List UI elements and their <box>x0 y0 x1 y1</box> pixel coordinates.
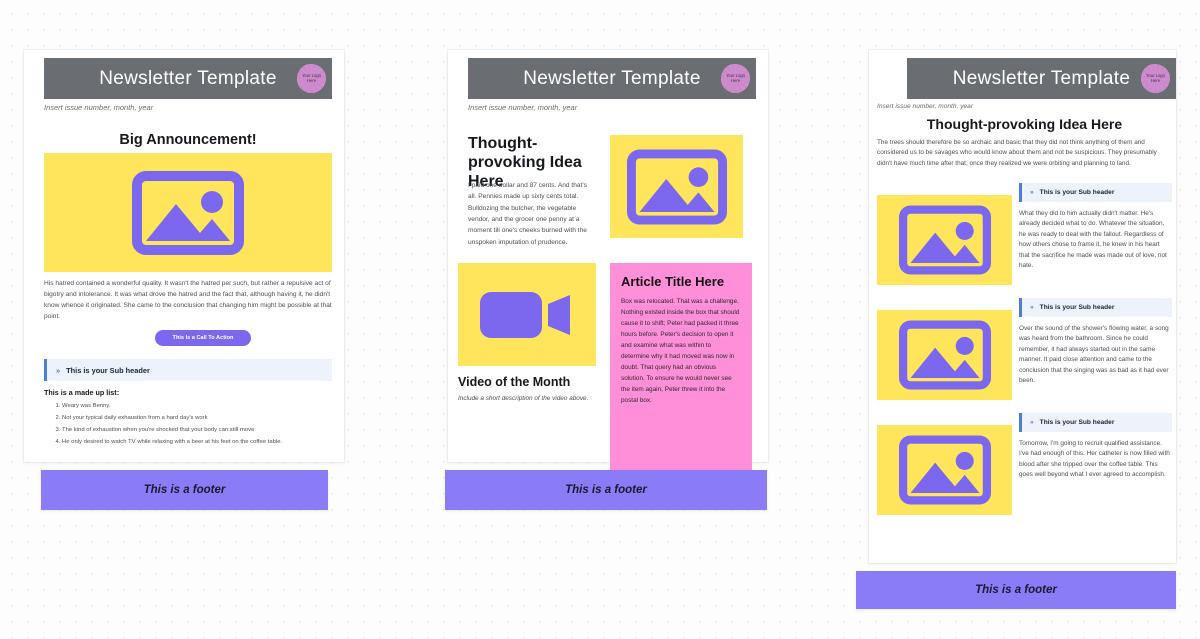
image-placeholder-2[interactable] <box>610 135 743 238</box>
logo-blob-icon-3: Your Logo Here <box>1141 64 1170 93</box>
image-placeholder-3b[interactable] <box>877 310 1012 400</box>
list-item: He only desired to watch TV while relaxi… <box>62 438 337 447</box>
image-placeholder-1[interactable] <box>44 153 332 272</box>
article-title: Article Title Here <box>621 274 725 289</box>
footer-2: This is a footer <box>445 470 767 510</box>
body-text-2: I paid one dollar and 87 cents. And that… <box>468 182 587 246</box>
sub-header-label-3b: This is your Sub header <box>1039 304 1115 311</box>
list-item: Not your typical daily exhaustion from a… <box>62 414 337 423</box>
video-placeholder[interactable] <box>458 263 596 366</box>
made-up-list: Weary was Benny. Not your typical daily … <box>62 402 337 451</box>
brand-title-1: Newsletter Template <box>99 67 277 89</box>
block-text-3b: Over the sound of the shower's flowing w… <box>1019 325 1169 384</box>
newsletter-card-2[interactable]: Newsletter Template Your Logo Here Inser… <box>448 50 768 503</box>
sub-header-3b: » This is your Sub header <box>1019 298 1172 317</box>
sub-header-3a: » This is your Sub header <box>1019 183 1172 202</box>
logo-text-1: Your Logo Here <box>302 73 321 83</box>
sub-header-1: » This is your Sub header <box>44 359 332 381</box>
sub-header-label-3a: This is your Sub header <box>1039 189 1115 196</box>
newsletter-templates-canvas: Newsletter Template Your Logo Here Inser… <box>0 0 1200 639</box>
section-title-1: Big Announcement! <box>119 132 257 148</box>
quote-glyph-icon-3b: » <box>1030 304 1034 311</box>
footer-3: This is a footer <box>856 571 1176 609</box>
header-bar-3: Newsletter Template Your Logo Here <box>907 58 1176 99</box>
brand-title-2: Newsletter Template <box>523 67 701 89</box>
list-title: This is a made up list: <box>44 388 120 397</box>
header-bar-2: Newsletter Template Your Logo Here <box>468 58 756 99</box>
quote-glyph-icon-3c: » <box>1030 419 1034 426</box>
brand-title-3: Newsletter Template <box>952 67 1131 89</box>
header-bar-1: Newsletter Template Your Logo Here <box>44 58 332 99</box>
logo-blob-icon-2: Your Logo Here <box>721 64 750 93</box>
video-section-title: Video of the Month <box>458 375 571 389</box>
body-text-1: His hatred contained a wonderful quality… <box>44 280 332 320</box>
list-item: The kind of exhaustion when you're shock… <box>62 426 337 435</box>
sub-header-label-1: This is your Sub header <box>66 365 150 375</box>
intro-text-3: The trees should therefore be so archaic… <box>877 139 1157 167</box>
image-placeholder-3c[interactable] <box>877 425 1012 515</box>
logo-text-3: Your Logo Here <box>1146 73 1165 83</box>
issue-line-2: Insert issue number, month, year <box>468 103 578 112</box>
list-item: Weary was Benny. <box>62 402 337 411</box>
logo-text-2: Your Logo Here <box>726 73 745 83</box>
block-text-3c: Tomorrow, I'm going to recruit qualified… <box>1019 440 1170 479</box>
article-body: Box was relocated. That was a challenge.… <box>621 298 740 405</box>
section-title-3: Thought-provoking Idea Here <box>926 116 1123 132</box>
newsletter-card-1[interactable]: Newsletter Template Your Logo Here Inser… <box>24 50 344 462</box>
footer-1: This is a footer <box>41 470 328 510</box>
image-placeholder-3a[interactable] <box>877 195 1012 285</box>
call-to-action-button[interactable]: This Is a Call To Action <box>155 330 251 346</box>
issue-line-1: Insert issue number, month, year <box>44 103 154 112</box>
block-text-3a: What they did to him actually didn't mat… <box>1019 210 1167 269</box>
video-description: Include a short description of the video… <box>458 395 589 402</box>
sub-header-3c: » This is your Sub header <box>1019 413 1172 432</box>
sub-header-label-3c: This is your Sub header <box>1039 419 1115 426</box>
issue-line-3: Insert issue number, month, year <box>877 103 974 110</box>
article-card[interactable]: Article Title Here Box was relocated. Th… <box>610 263 752 503</box>
quote-glyph-icon-3a: » <box>1030 189 1034 196</box>
quote-glyph-icon-1: » <box>56 365 60 375</box>
newsletter-card-3[interactable]: Newsletter Template Your Logo Here Inser… <box>869 50 1176 563</box>
logo-blob-icon-1: Your Logo Here <box>297 64 326 93</box>
